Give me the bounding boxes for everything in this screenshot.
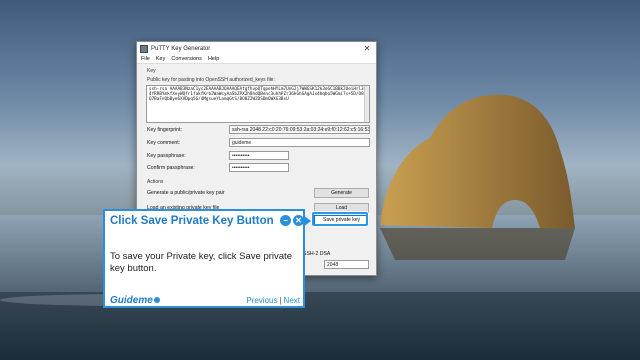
fingerprint-label: Key fingerprint: (147, 127, 182, 133)
confirm-passphrase-field[interactable]: •••••••••• (229, 163, 289, 172)
putty-app-icon (140, 44, 148, 53)
tooltip-title: Click Save Private Key Button (110, 215, 274, 227)
tooltip-nav: Previous | Next (246, 296, 300, 305)
generate-label: Generate a public/private key pair (147, 190, 225, 196)
actions-group-label: Actions (147, 179, 164, 185)
logo-dot-icon (153, 297, 160, 303)
bits-field[interactable]: 2048 (324, 260, 369, 269)
public-key-scrollbar[interactable] (364, 86, 369, 122)
guideme-logo-text: Guideme (110, 295, 153, 306)
key-group-label: Key (147, 68, 156, 74)
tooltip-body: To save your Private key, click Save pri… (110, 251, 292, 274)
confirm-passphrase-label: Confirm passphrase: (147, 165, 195, 171)
passphrase-field[interactable]: •••••••••• (229, 151, 289, 160)
close-icon[interactable]: ✕ (293, 215, 304, 226)
public-key-label: Public key for pasting into OpenSSH auth… (147, 77, 275, 83)
menu-help[interactable]: Help (208, 56, 219, 62)
window-title: PuTTY Key Generator (151, 45, 211, 52)
nav-separator: | (279, 296, 282, 305)
comment-field[interactable]: guideme (229, 138, 370, 147)
menu-conversions[interactable]: Conversions (171, 56, 202, 62)
guideme-logo: Guideme (110, 295, 160, 306)
comment-label: Key comment: (147, 140, 181, 146)
generate-button[interactable]: Generate (314, 188, 369, 198)
guideme-tooltip: Click Save Private Key Button − ✕ To sav… (103, 209, 305, 308)
public-key-text: ssh-rsa AAAAB3NzaC1yc2EAAAABJQAAAQEAtgfh… (149, 87, 367, 103)
public-key-textbox[interactable]: ssh-rsa AAAAB3NzaC1yc2EAAAABJQAAAQEAtgfh… (146, 85, 370, 123)
highlight-ring (312, 212, 368, 226)
menu-bar: File Key Conversions Help (137, 55, 376, 64)
close-icon[interactable]: ✕ (361, 43, 373, 55)
ssh2-dsa-label: SSH-2 DSA (303, 251, 331, 257)
previous-link[interactable]: Previous (246, 296, 277, 305)
title-bar: PuTTY Key Generator ✕ (137, 42, 376, 55)
menu-file[interactable]: File (141, 56, 150, 62)
minimize-icon[interactable]: − (280, 215, 291, 226)
passphrase-label: Key passphrase: (147, 153, 186, 159)
tooltip-footer: Guideme Previous | Next (110, 295, 300, 306)
menu-key[interactable]: Key (156, 56, 165, 62)
fingerprint-field[interactable]: ssh-rsa 2048 22:c0:20:76:09:53:2a:03:24:… (229, 125, 370, 134)
next-link[interactable]: Next (284, 296, 300, 305)
